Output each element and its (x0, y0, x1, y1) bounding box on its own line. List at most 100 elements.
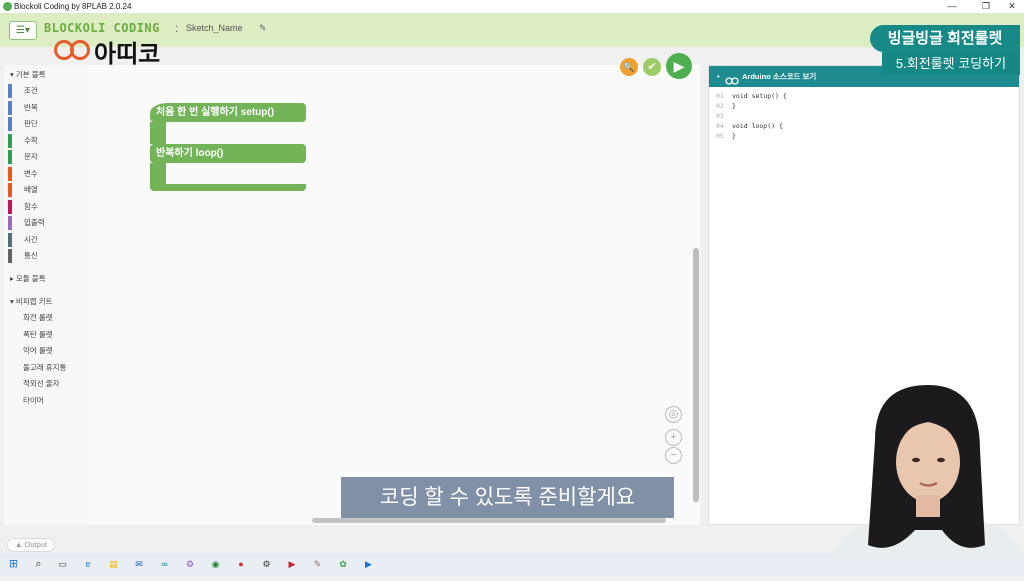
taskbar-app-icon[interactable]: ● (235, 558, 248, 571)
workspace-horizontal-scrollbar[interactable] (312, 518, 666, 523)
line-number: 02 (716, 102, 724, 110)
upload-play-button[interactable]: ▶ (666, 53, 692, 79)
minimize-button[interactable]: — (940, 0, 964, 13)
lesson-title-badge: 빙글빙글 회전룰렛 (870, 25, 1020, 52)
line-number: 01 (716, 92, 724, 100)
recenter-icon[interactable]: ◎ (665, 406, 682, 423)
kit-item[interactable]: 타이머 (23, 395, 44, 406)
verify-button[interactable]: ✔ (643, 58, 661, 76)
category-label: 문자 (24, 152, 38, 161)
sidebar-category-item[interactable]: 시간 (4, 232, 88, 247)
category-color-bar (8, 183, 12, 197)
sidebar-category-item[interactable]: 수학 (4, 133, 88, 148)
taskbar-app-icon[interactable]: ▶ (286, 558, 299, 571)
loop-block-body[interactable] (150, 163, 166, 184)
menu-button[interactable]: ☰▾ (9, 21, 37, 40)
setup-block[interactable]: 처음 한 번 실행하기 setup() (150, 103, 306, 122)
category-color-bar (8, 133, 12, 148)
arduino-infinity-icon (725, 72, 739, 85)
video-subtitle: 코딩 할 수 있도록 준비할게요 (341, 477, 674, 518)
sidebar-category-item[interactable]: 조건 (4, 84, 88, 98)
sidebar-category-item[interactable]: 문자 (4, 150, 88, 164)
category-color-bar (8, 216, 12, 230)
basic-blocks-header[interactable]: ▾ 기본 블록 (10, 69, 46, 80)
category-label: 변수 (24, 168, 38, 178)
code-text: } (732, 102, 736, 110)
block-category-sidebar: ▾ 기본 블록 조건 반복 판단 수학 문자 변수 배열 함수 입출력 시간 통신 ▸ 모듈 블록 … (4, 65, 88, 525)
lesson-subtitle-badge: 5.회전룰렛 코딩하기 (882, 52, 1020, 75)
taskbar-app-icon[interactable]: ⚙ (260, 558, 273, 571)
window-titlebar: Blockoli Coding by 8PLAB 2.0.24 — ❐ ✕ (0, 0, 1024, 13)
kit-item[interactable]: 폭탄 룰렛 (23, 329, 53, 340)
brand-logo: BLOCKOLI CODING (44, 21, 160, 35)
taskbar-app-icon[interactable]: ◉ (209, 558, 222, 571)
sidebar-category-item[interactable]: 반복 (4, 100, 88, 115)
edit-icon[interactable]: ✎ (259, 23, 267, 34)
code-line: 01 void setup() { (716, 92, 787, 100)
code-line: 03 (716, 112, 732, 120)
logo-eyes-icon (52, 40, 92, 62)
search-icon[interactable]: ⌕ (32, 558, 45, 571)
kit-item[interactable]: 적외선 줄자 (23, 378, 60, 389)
sidebar-category-item[interactable]: 배열 (4, 183, 88, 197)
zoom-in-button[interactable]: + (665, 429, 682, 446)
category-color-bar (8, 100, 12, 115)
sidebar-category-item[interactable]: 입출력 (4, 216, 88, 230)
line-number: 04 (716, 122, 724, 130)
zoom-out-button[interactable]: − (665, 447, 682, 464)
category-color-bar (8, 150, 12, 164)
taskbar-app-icon[interactable]: ✉ (133, 558, 146, 571)
taskbar-app-icon[interactable]: ▶ (362, 558, 375, 571)
category-color-bar (8, 249, 12, 263)
loop-block[interactable]: 반복하기 loop() (150, 144, 306, 163)
code-text: } (732, 132, 736, 140)
code-line: 05} (716, 132, 736, 140)
block-workspace[interactable] (88, 65, 700, 525)
sidebar-category-item[interactable]: 통신 (4, 249, 88, 263)
category-label: 통신 (24, 251, 38, 260)
category-label: 입출력 (24, 218, 45, 227)
category-label: 시간 (24, 234, 38, 244)
collapse-dot-icon[interactable]: • (717, 66, 720, 87)
category-label: 조건 (24, 86, 38, 95)
module-blocks-header[interactable]: ▸ 모듈 블록 (10, 273, 46, 284)
category-color-bar (8, 117, 12, 131)
code-text: void loop() { (732, 122, 783, 130)
output-toggle[interactable]: ▲ Output (7, 538, 55, 552)
category-color-bar (8, 166, 12, 181)
brand-separator: : (175, 21, 179, 35)
taskbar-app-icon[interactable]: ▭ (56, 558, 69, 571)
window-title: Blockoli Coding by 8PLAB 2.0.24 (14, 2, 132, 11)
loop-block-foot[interactable] (150, 184, 306, 191)
kit-blocks-header[interactable]: ▾ 비피랩 키트 (10, 296, 52, 307)
code-text: void setup() { (732, 92, 787, 100)
category-label: 반복 (24, 102, 38, 112)
close-button[interactable]: ✕ (1000, 0, 1024, 13)
setup-block-body[interactable] (150, 122, 166, 144)
search-icon[interactable]: 🔍 (620, 58, 638, 76)
code-line: 02} (716, 102, 736, 110)
kit-item[interactable]: 악어 룰렛 (23, 345, 53, 356)
start-icon[interactable]: ⊞ (7, 558, 20, 571)
taskbar-app-icon[interactable]: ∞ (158, 558, 171, 571)
taskbar-app-icon[interactable]: e (82, 558, 95, 571)
kit-item[interactable]: 돌고래 휴지통 (23, 362, 66, 373)
taskbar-app-icon[interactable]: ▤ (107, 558, 120, 571)
workspace-vertical-scrollbar[interactable] (693, 248, 699, 502)
sidebar-category-item[interactable]: 함수 (4, 199, 88, 214)
presenter-video (820, 380, 1024, 576)
code-panel-title: Arduino 소스코드 보기 (742, 72, 817, 81)
sketch-name[interactable]: Sketch_Name (186, 23, 243, 33)
taskbar-app-icon[interactable]: ✎ (311, 558, 324, 571)
maximize-button[interactable]: ❐ (974, 0, 998, 13)
kit-item[interactable]: 회전 룰렛 (23, 312, 53, 323)
channel-logo: 아띠코 (52, 34, 160, 69)
sidebar-category-item[interactable]: 변수 (4, 166, 88, 181)
taskbar-app-icon[interactable]: ⚙ (184, 558, 197, 571)
category-color-bar (8, 84, 12, 98)
taskbar-app-icon[interactable]: ✿ (337, 558, 350, 571)
category-label: 수학 (24, 135, 38, 145)
app-icon (3, 2, 12, 11)
category-color-bar (8, 199, 12, 214)
sidebar-category-item[interactable]: 판단 (4, 117, 88, 131)
